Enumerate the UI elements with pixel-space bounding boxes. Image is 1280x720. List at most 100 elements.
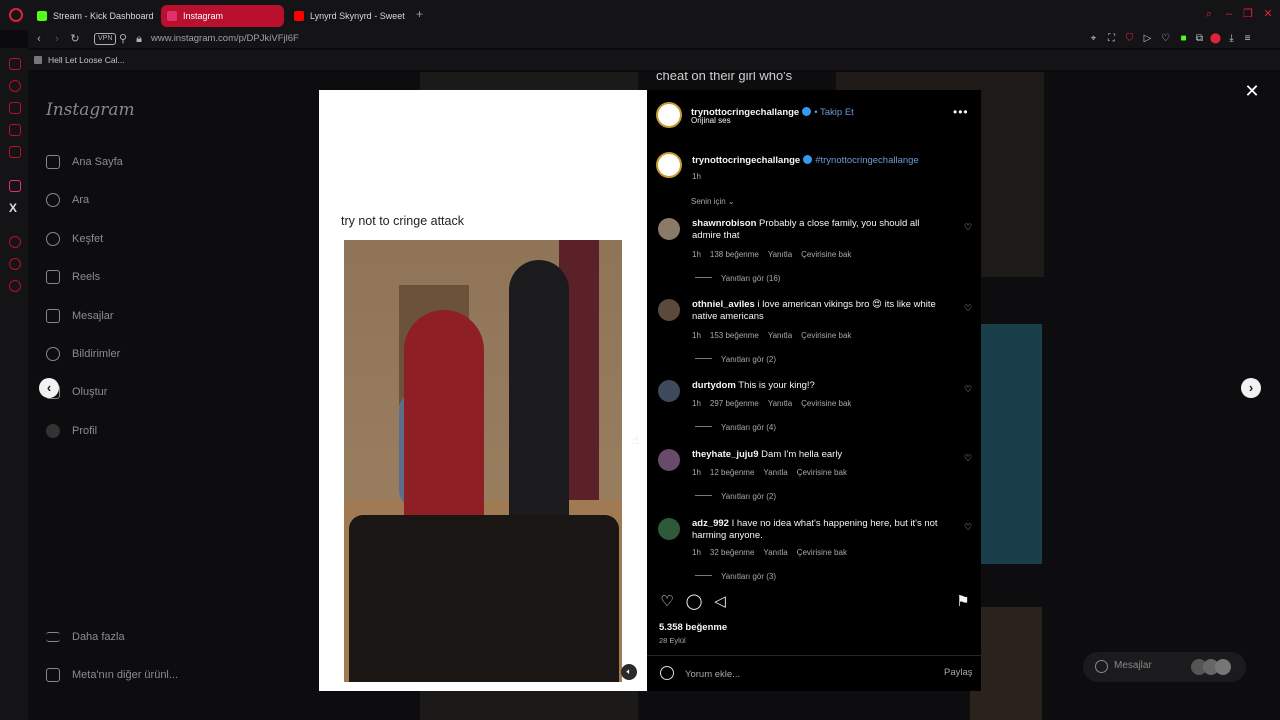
aria-icon[interactable]	[9, 58, 21, 70]
comment-avatar[interactable]	[658, 299, 680, 321]
messenger-icon[interactable]	[9, 102, 21, 114]
view-replies-button[interactable]: Yanıtları gör (3)	[695, 572, 776, 581]
view-replies-button[interactable]: Yanıtları gör (2)	[695, 355, 776, 364]
bookmark-item[interactable]: Hell Let Loose Cal...	[34, 52, 125, 68]
extensions-icon[interactable]: ⧉	[1193, 32, 1206, 45]
instagram-logo[interactable]: Instagram	[46, 100, 135, 120]
nav-reels[interactable]: Reels	[46, 267, 100, 287]
menu-icon[interactable]: ≡	[1241, 32, 1254, 45]
comment-avatar[interactable]	[658, 218, 680, 240]
comment-avatar[interactable]	[658, 380, 680, 402]
comment-like-icon[interactable]: ♡	[964, 453, 972, 464]
caption-author-avatar[interactable]	[656, 152, 682, 178]
view-replies-button[interactable]: Yanıtları gör (4)	[695, 423, 776, 432]
download-icon[interactable]: ⤓	[1225, 32, 1238, 45]
vpn-badge[interactable]: VPN	[94, 33, 117, 45]
heart-icon[interactable]: ♡	[1159, 32, 1172, 45]
post-video[interactable]	[344, 240, 622, 682]
comment-like-count[interactable]: 153 beğenme	[710, 331, 759, 340]
shield-icon[interactable]: ⛉	[1123, 32, 1136, 45]
comment-like-count[interactable]: 297 beğenme	[710, 399, 759, 408]
whatsapp-icon[interactable]	[9, 124, 21, 136]
translate-button[interactable]: Çevirisine bak	[801, 250, 851, 259]
nav-meta-products[interactable]: Meta'nın diğer ürünl...	[46, 665, 178, 685]
comment-username[interactable]: othniel_aviles	[692, 299, 755, 310]
comment-like-icon[interactable]: ♡	[964, 522, 972, 533]
telegram-icon[interactable]	[9, 146, 21, 158]
caption-hashtag[interactable]: #trynottocringechallange	[815, 155, 919, 166]
comment-like-icon[interactable]: ♡	[964, 303, 972, 314]
nav-profile[interactable]: Profil	[46, 421, 97, 441]
next-post-button[interactable]: ›	[1241, 378, 1261, 398]
comment-username[interactable]: adz_992	[692, 518, 729, 529]
tab-youtube[interactable]: Lynyrd Skynyrd - Sweet H	[288, 5, 406, 27]
snapshot-icon[interactable]: ⛶	[1105, 32, 1118, 45]
comment-like-icon[interactable]: ♡	[964, 384, 972, 395]
player-icon[interactable]	[9, 258, 21, 270]
more-options-icon[interactable]: •••	[953, 105, 969, 119]
nav-messages[interactable]: Mesajlar	[46, 306, 114, 326]
translate-button[interactable]: Çevirisine bak	[801, 399, 851, 408]
audio-label[interactable]: Orijinal ses	[691, 116, 731, 125]
translate-button[interactable]: Çevirisine bak	[797, 468, 847, 477]
emoji-icon[interactable]	[660, 666, 674, 680]
back-icon[interactable]: ‹	[32, 32, 46, 46]
history-icon[interactable]	[9, 80, 21, 92]
close-modal-icon[interactable]: ✕	[1244, 82, 1260, 100]
nav-explore[interactable]: Keşfet	[46, 229, 103, 249]
lock-icon[interactable]: 🔒︎	[132, 32, 146, 46]
extension-badge-icon[interactable]: ■	[1177, 32, 1190, 45]
instagram-sidebar-icon[interactable]	[9, 180, 21, 192]
comment-username[interactable]: durtydom	[692, 380, 736, 391]
comment-bubble-icon[interactable]: ◯	[685, 593, 703, 611]
author-avatar[interactable]	[656, 102, 682, 128]
nav-notifications[interactable]: Bildirimler	[46, 344, 120, 364]
settings-icon[interactable]	[9, 280, 21, 292]
mute-icon[interactable]: 🔈︎	[621, 664, 637, 680]
send-icon[interactable]: ▷	[1141, 32, 1154, 45]
translate-button[interactable]: Çevirisine bak	[797, 548, 847, 557]
view-replies-button[interactable]: Yanıtları gör (16)	[695, 274, 780, 283]
reply-button[interactable]: Yanıtla	[768, 331, 792, 340]
profile-icon[interactable]: ⬤	[1209, 32, 1222, 45]
comment-username[interactable]: shawnrobison	[692, 218, 756, 229]
comment-like-count[interactable]: 138 beğenme	[710, 250, 759, 259]
post-comment-button[interactable]: Paylaş	[944, 667, 973, 678]
follow-button[interactable]: • Takip Et	[814, 107, 854, 118]
nav-search[interactable]: Ara	[46, 190, 89, 210]
comment-avatar[interactable]	[658, 449, 680, 471]
comment-avatar[interactable]	[658, 518, 680, 540]
clock-icon[interactable]	[9, 236, 21, 248]
nav-more[interactable]: Daha fazla	[46, 627, 125, 647]
tab-instagram[interactable]: Instagram	[161, 5, 284, 27]
minimize-icon[interactable]: –	[1223, 8, 1235, 20]
search-tabs-icon[interactable]: ⌕	[1203, 8, 1215, 20]
close-window-icon[interactable]: ✕	[1262, 8, 1274, 20]
reply-button[interactable]: Yanıtla	[763, 468, 787, 477]
share-send-icon[interactable]: ◁	[711, 593, 729, 611]
comment-input[interactable]	[685, 667, 925, 681]
like-count[interactable]: 5.358 beğenme	[659, 622, 727, 633]
translate-button[interactable]: Çevirisine bak	[801, 331, 851, 340]
restore-icon[interactable]: ❐	[1242, 8, 1254, 20]
reply-button[interactable]: Yanıtla	[768, 250, 792, 259]
url-field[interactable]: www.instagram.com/p/DPJkiVFjl6F	[151, 32, 299, 46]
tab-kick-dashboard[interactable]: Stream - Kick Dashboard	[31, 5, 159, 27]
comment-like-count[interactable]: 32 beğenme	[710, 548, 754, 557]
messages-pill[interactable]: Mesajlar	[1083, 652, 1246, 682]
new-tab-icon[interactable]: +	[416, 8, 428, 20]
forward-icon[interactable]: ›	[50, 32, 64, 46]
like-heart-icon[interactable]: ♡	[658, 593, 676, 611]
link-icon[interactable]: ⚲	[116, 32, 130, 46]
pin-icon[interactable]: ⌖	[1087, 32, 1100, 45]
reply-button[interactable]: Yanıtla	[763, 548, 787, 557]
comment-like-count[interactable]: 12 beğenme	[710, 468, 754, 477]
nav-home[interactable]: Ana Sayfa	[46, 152, 123, 172]
save-bookmark-icon[interactable]: ⚑	[954, 593, 972, 611]
view-replies-button[interactable]: Yanıtları gör (2)	[695, 492, 776, 501]
opera-logo-icon[interactable]	[9, 8, 23, 22]
comment-like-icon[interactable]: ♡	[964, 222, 972, 233]
sort-dropdown[interactable]: Senin için ⌄	[691, 197, 735, 206]
reply-button[interactable]: Yanıtla	[768, 399, 792, 408]
previous-post-button[interactable]: ‹	[39, 378, 59, 398]
